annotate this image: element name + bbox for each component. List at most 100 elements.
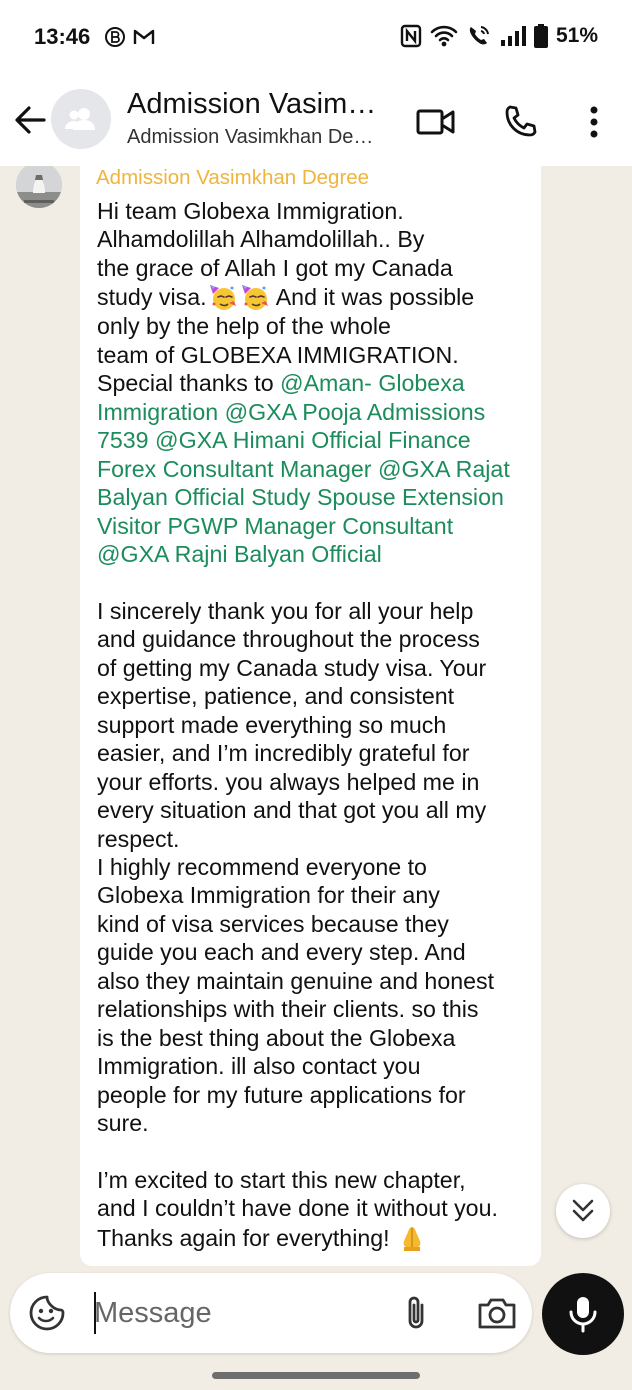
message-text: people for my future applications for xyxy=(97,1081,466,1108)
microphone-icon xyxy=(569,1297,597,1333)
video-call-icon xyxy=(416,109,455,135)
partying-face-emoji xyxy=(208,282,238,312)
more-options-button[interactable] xyxy=(572,100,616,144)
message-line: I highly recommend everyone to xyxy=(97,853,537,881)
sticker-button[interactable] xyxy=(28,1294,66,1332)
sender-avatar-image xyxy=(16,166,62,208)
sticker-icon xyxy=(29,1295,65,1331)
message-line: your efforts. you always helped me in xyxy=(97,768,537,796)
sender-name[interactable]: Admission Vasimkhan Degree xyxy=(96,166,369,190)
voice-message-button[interactable] xyxy=(542,1273,624,1355)
mention-link[interactable]: Balyan Official Study Spouse Extension xyxy=(97,484,504,510)
battery-icon xyxy=(533,24,548,48)
message-line: the grace of Allah I got my Canada xyxy=(97,254,537,282)
status-notification-icons xyxy=(104,26,156,48)
camera-button[interactable] xyxy=(476,1293,518,1333)
home-gesture-handle[interactable] xyxy=(212,1372,420,1379)
message-text: Special thanks to xyxy=(97,370,281,397)
message-line: Globexa Immigration for their any xyxy=(97,881,537,909)
message-line: and I couldn’t have done it without you. xyxy=(97,1194,537,1222)
mention-link[interactable]: 7539 @GXA Himani Official Finance xyxy=(97,427,471,453)
message-paragraph-2: I sincerely thank you for all your help a… xyxy=(97,597,537,1138)
attachment-icon xyxy=(408,1296,424,1329)
message-line: kind of visa services because they xyxy=(97,910,537,938)
message-line: and guidance throughout the process xyxy=(97,625,537,653)
message-line: study visa. And it was possible xyxy=(97,282,537,312)
message-line: Special thanks to @Aman- Globexa xyxy=(97,369,537,397)
video-call-button[interactable] xyxy=(414,100,458,144)
message-line: sure. xyxy=(97,1109,537,1137)
message-body: Hi team Globexa Immigration. Alhamdolilla… xyxy=(97,197,537,1253)
message-line: team of GLOBEXA IMMIGRATION. xyxy=(97,341,537,369)
nfc-icon xyxy=(400,24,422,48)
message-line: Immigration @GXA Pooja Admissions xyxy=(97,398,537,426)
mention-link[interactable]: Visitor PGWP Manager Consultant xyxy=(97,513,453,539)
message-line: Immigration. ill also contact you xyxy=(97,1052,537,1080)
message-text: and I couldn’t have done it without you. xyxy=(97,1195,498,1222)
navigation-bar xyxy=(0,1362,632,1390)
contact-avatar[interactable] xyxy=(51,89,111,149)
message-line: expertise, patience, and consistent xyxy=(97,682,537,710)
message-text: study visa. xyxy=(97,284,207,311)
message-text: support made everything so much xyxy=(97,711,447,738)
attach-button[interactable] xyxy=(396,1293,436,1333)
message-line: relationships with their clients. so thi… xyxy=(97,995,537,1023)
message-paragraph-1: Hi team Globexa Immigration. Alhamdolilla… xyxy=(97,197,537,568)
message-text: Hi team Globexa Immigration. xyxy=(97,198,404,224)
message-line: of getting my Canada study visa. Your xyxy=(97,654,537,682)
message-text: relationships with their clients. so thi… xyxy=(97,996,479,1023)
chat-subtitle[interactable]: Admission Vasimkhan De… xyxy=(127,126,373,149)
message-text: I’m excited to start this new chapter, xyxy=(97,1166,466,1193)
text-cursor xyxy=(94,1292,96,1334)
message-text: your efforts. you always helped me in xyxy=(97,768,480,795)
message-line: 7539 @GXA Himani Official Finance xyxy=(97,426,537,454)
message-line: respect. xyxy=(97,825,537,853)
message-line: I’m excited to start this new chapter, xyxy=(97,1166,537,1194)
scroll-to-bottom-button[interactable] xyxy=(556,1184,610,1238)
message-text: expertise, patience, and consistent xyxy=(97,683,455,710)
message-line: I sincerely thank you for all your help xyxy=(97,597,537,625)
message-text: Thanks again for everything! xyxy=(97,1224,397,1251)
voice-call-button[interactable] xyxy=(498,100,542,144)
message-line: only by the help of the whole xyxy=(97,312,537,340)
message-line: guide you each and every step. And xyxy=(97,938,537,966)
message-text: I highly recommend everyone to xyxy=(97,853,427,880)
message-text: sure. xyxy=(97,1110,149,1137)
message-text: every situation and that got you all my xyxy=(97,797,487,824)
message-text: Alhamdolillah Alhamdolillah.. By xyxy=(97,226,425,253)
message-line: also they maintain genuine and honest xyxy=(97,967,537,995)
message-line: easier, and I’m incredibly grateful for xyxy=(97,739,537,767)
back-button[interactable] xyxy=(12,100,48,140)
message-text: easier, and I’m incredibly grateful for xyxy=(97,740,470,767)
phone-icon xyxy=(505,105,537,137)
battery-percent: 51% xyxy=(555,24,598,47)
scroll-down-icon xyxy=(572,1199,594,1222)
message-text: team of GLOBEXA IMMIGRATION. xyxy=(97,341,459,368)
mention-link[interactable]: Forex Consultant Manager @GXA Rajat xyxy=(97,456,510,482)
message-text: guide you each and every step. And xyxy=(97,939,466,966)
message-text: also they maintain genuine and honest xyxy=(97,967,495,994)
wifi-icon xyxy=(430,25,458,47)
message-text: Globexa Immigration for their any xyxy=(97,882,440,909)
folded-hands-emoji xyxy=(397,1223,427,1253)
mention-link[interactable]: @Aman- Globexa xyxy=(280,370,465,396)
message-line: is the best thing about the Globexa xyxy=(97,1024,537,1052)
message-text: kind of visa services because they xyxy=(97,910,449,937)
message-line: every situation and that got you all my xyxy=(97,796,537,824)
back-arrow-icon xyxy=(15,106,46,134)
message-input[interactable] xyxy=(86,1287,394,1339)
message-line: Thanks again for everything! xyxy=(97,1223,537,1253)
message-text: the grace of Allah I got my Canada xyxy=(97,254,453,281)
message-composer xyxy=(10,1273,532,1353)
message-text: of getting my Canada study visa. Your xyxy=(97,654,487,681)
more-vertical-icon xyxy=(590,106,598,138)
mention-link[interactable]: Immigration @GXA Pooja Admissions xyxy=(97,399,485,425)
chat-title[interactable]: Admission Vasim… xyxy=(127,88,376,121)
mention-link[interactable]: @GXA Rajni Balyan Official xyxy=(97,541,382,567)
sender-avatar[interactable] xyxy=(16,166,62,208)
chat-area[interactable]: Admission Vasimkhan Degree Hi team Globe… xyxy=(0,166,632,1270)
message-line: Visitor PGWP Manager Consultant xyxy=(97,512,537,540)
message-text: respect. xyxy=(97,825,180,852)
b-badge-icon xyxy=(105,27,125,47)
message-line: Balyan Official Study Spouse Extension xyxy=(97,483,537,511)
